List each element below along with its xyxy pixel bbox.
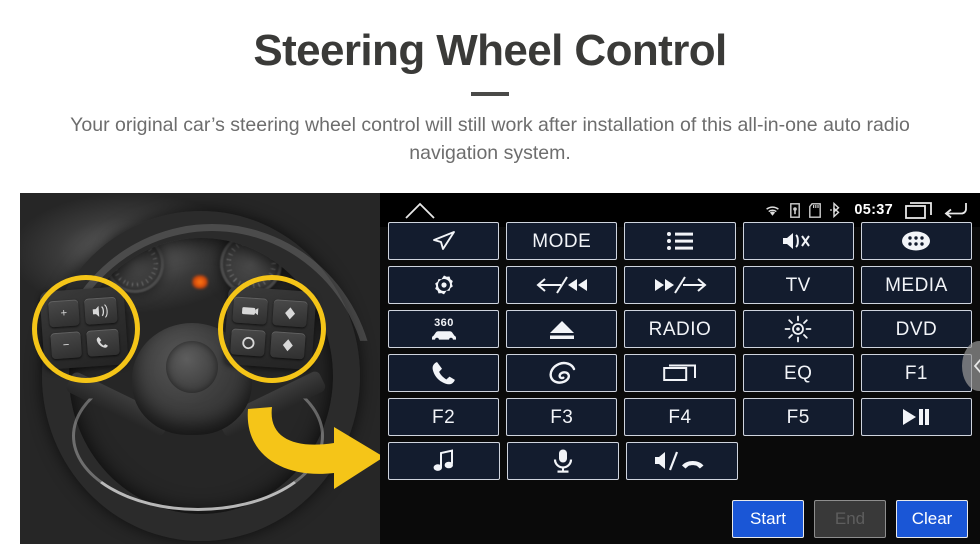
key-row [388,442,972,480]
microphone-icon [553,449,573,473]
key-phone[interactable] [388,354,500,392]
content-split: + − 05:37 MODE TV MEDIA 360 RADIO DVD EQ… [0,193,980,544]
key-f3[interactable]: F3 [506,398,618,436]
key-label: DVD [895,318,938,340]
button-label: Start [750,509,786,528]
highlight-circle-left [32,275,140,383]
key-mute[interactable] [742,222,854,260]
eject-icon [549,321,574,339]
key-settings[interactable] [388,266,500,304]
key-screen[interactable] [624,354,736,392]
key-label: EQ [783,362,813,384]
header: Steering Wheel Control Your original car… [0,0,980,168]
key-label: MEDIA [885,274,948,296]
key-label: MODE [532,230,592,252]
key-tv[interactable]: TV [742,266,854,304]
button-label: End [834,509,866,528]
key-f4[interactable]: F4 [624,398,736,436]
phone-icon [432,362,455,385]
key-label: F2 [432,406,456,428]
key-brightness[interactable] [742,310,854,348]
key-row: MODE [388,222,973,260]
key-speaker-hangup[interactable] [626,442,738,480]
bluetooth-icon [830,202,842,218]
key-radio[interactable]: RADIO [624,310,736,348]
key-elink[interactable] [506,354,618,392]
title-divider [471,92,509,97]
page-title: Steering Wheel Control [253,26,727,75]
button-label: Clear [911,509,953,528]
key-label: F1 [904,362,928,384]
sd-card-icon [809,202,822,218]
highlight-circle-right [218,275,326,383]
usb-lock-icon [790,202,801,218]
key-f5[interactable]: F5 [742,398,854,436]
key-menu-list[interactable] [624,222,736,260]
key-next[interactable] [624,266,736,304]
key-row: TV MEDIA [388,266,973,304]
command-bar: Start End Clear [732,500,968,538]
key-navigation[interactable] [388,222,500,260]
key-dvd[interactable]: DVD [860,310,973,348]
key-row: F2 F3 F4 F5 [388,398,973,436]
music-note-icon [433,449,453,471]
wifi-icon [764,204,781,217]
brightness-sun-icon [784,315,812,343]
key-row: 360 RADIO DVD [388,310,973,348]
home-icon[interactable] [404,201,436,219]
status-clock: 05:37 [854,202,893,218]
page-subtitle: Your original car’s steering wheel contr… [70,114,910,164]
key-previous[interactable] [506,266,618,304]
head-unit-screen: 05:37 MODE TV MEDIA 360 RADIO DVD EQ F1 … [380,193,980,544]
recent-apps-icon[interactable] [905,201,933,219]
key-label: F5 [786,406,810,428]
key-voice[interactable] [507,442,619,480]
key-label: RADIO [648,318,712,340]
key-eject[interactable] [506,310,618,348]
key-camera-360[interactable]: 360 [388,310,500,348]
chevron-left-icon [973,358,980,374]
key-row: EQ F1 [388,354,973,392]
key-mode[interactable]: MODE [506,222,618,260]
swirl-icon [549,361,575,384]
page-root: Steering Wheel Control Your original car… [0,0,980,544]
next-track-icon [655,276,707,294]
key-label: TV [785,274,811,296]
list-icon [667,232,693,250]
navigation-arrow-icon [432,231,455,250]
back-icon[interactable] [942,201,968,219]
steering-wheel-pane: + − [0,193,380,544]
clear-button[interactable]: Clear [896,500,968,538]
svg-text:360: 360 [434,317,454,329]
function-key-grid: MODE TV MEDIA 360 RADIO DVD EQ F1 F2 F3 … [380,222,980,486]
gear-dot-icon [434,275,453,295]
mute-icon [783,233,811,249]
steering-wheel-photo: + − [20,193,380,544]
screen-window-icon [663,364,696,381]
key-f1[interactable]: F1 [860,354,973,392]
key-apps[interactable] [860,222,973,260]
pointer-arrow-icon [247,407,380,489]
end-button[interactable]: End [814,500,886,538]
start-button[interactable]: Start [732,500,804,538]
key-eq[interactable]: EQ [742,354,854,392]
prev-track-icon [536,276,587,294]
key-music[interactable] [388,442,500,480]
key-play-pause[interactable] [860,398,973,436]
key-media[interactable]: MEDIA [860,266,973,304]
360-car-icon: 360 [431,317,456,342]
apps-grid-icon [902,231,931,251]
airbag-emblem [166,341,218,393]
play-pause-icon [903,409,930,425]
key-label: F4 [668,406,692,428]
key-label: F3 [550,406,574,428]
speaker-hangup-icon [655,451,704,471]
key-f2[interactable]: F2 [388,398,500,436]
